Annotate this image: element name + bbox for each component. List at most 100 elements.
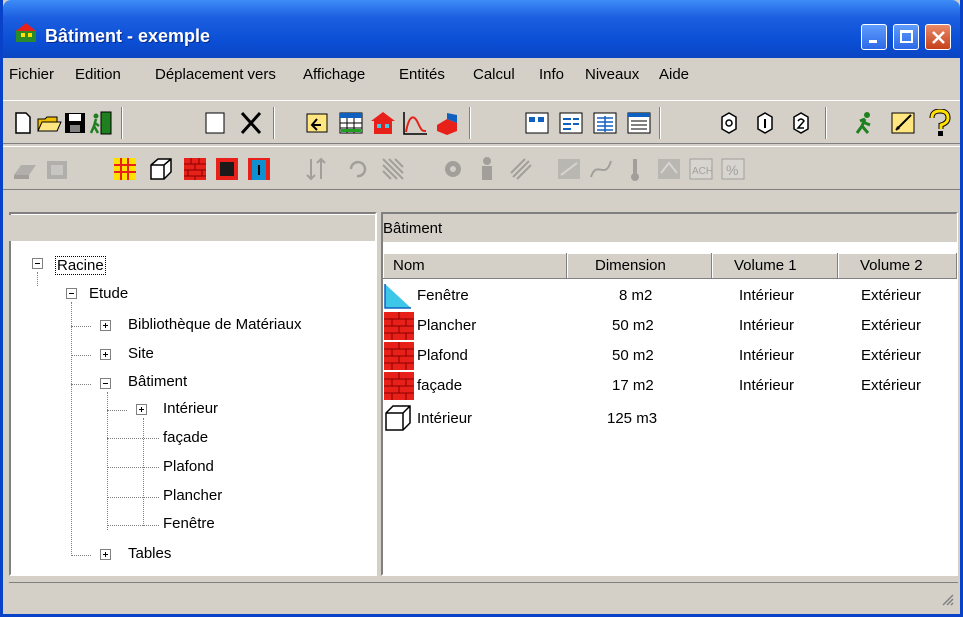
import-icon[interactable] [303, 109, 331, 137]
menu-edition[interactable]: Edition [75, 66, 121, 83]
column-header-volume2[interactable]: Volume 2 [838, 253, 957, 279]
exit-icon[interactable] [87, 109, 115, 137]
pattern-icon[interactable] [379, 155, 407, 183]
column-header-volume1[interactable]: Volume 1 [712, 253, 838, 279]
cube-icon[interactable] [147, 155, 175, 183]
material-icon[interactable] [213, 155, 241, 183]
toolbar-separator [121, 107, 123, 139]
balance-icon[interactable] [655, 155, 683, 183]
building-icon[interactable] [369, 109, 397, 137]
run-icon[interactable] [851, 109, 879, 137]
tree-node-tables[interactable]: Tables [128, 545, 171, 562]
window-element-icon[interactable] [43, 155, 71, 183]
menu-entites[interactable]: Entités [399, 66, 445, 83]
expand-toggle[interactable] [100, 320, 111, 331]
collapse-toggle[interactable] [100, 378, 111, 389]
collapse-toggle[interactable] [32, 258, 43, 269]
thermometer-icon[interactable] [621, 155, 649, 183]
resize-grip-icon[interactable] [940, 592, 954, 606]
minimize-button[interactable] [861, 24, 887, 50]
collapse-toggle[interactable] [66, 288, 77, 299]
tree-node-plafond[interactable]: Plafond [163, 458, 214, 475]
toolbar-separator [469, 107, 471, 139]
menu-deplacement[interactable]: Déplacement vers [155, 66, 276, 83]
expand-toggle[interactable] [100, 549, 111, 560]
help-icon[interactable] [925, 109, 953, 137]
sort-icon[interactable] [303, 155, 331, 183]
maximize-button[interactable] [893, 24, 919, 50]
view-small-icon[interactable] [523, 109, 551, 137]
cell-volume2: Extérieur [861, 317, 922, 334]
tree-line [71, 555, 91, 556]
level-2-icon[interactable] [787, 109, 815, 137]
graph-icon[interactable] [401, 109, 429, 137]
tree-node-batiment[interactable]: Bâtiment [128, 373, 187, 390]
brick-wall-icon [384, 342, 414, 370]
edit-icon[interactable] [889, 109, 917, 137]
cell-dimension: 50 m2 [612, 317, 654, 334]
gear-icon[interactable] [439, 155, 467, 183]
window-title: Bâtiment - exemple [45, 26, 211, 46]
cell-nom[interactable]: façade [417, 377, 462, 394]
app-window: Bâtiment - exemple Fichier Edition Dépla… [0, 0, 963, 617]
cell-volume2: Extérieur [861, 287, 922, 304]
menu-info[interactable]: Info [539, 66, 564, 83]
brick-icon[interactable] [181, 155, 209, 183]
expand-toggle[interactable] [100, 349, 111, 360]
cell-nom[interactable]: Fenêtre [417, 287, 469, 304]
cell-nom[interactable]: Intérieur [417, 410, 472, 427]
cell-volume2: Extérieur [861, 377, 922, 394]
cell-nom[interactable]: Plancher [417, 317, 476, 334]
tree-node-site[interactable]: Site [128, 345, 154, 362]
tree-line [71, 302, 72, 556]
view-table-icon[interactable] [625, 109, 653, 137]
tree-node-racine[interactable]: Racine [55, 256, 106, 275]
view-list-icon[interactable] [557, 109, 585, 137]
tree-node-facade[interactable]: façade [163, 429, 208, 446]
percent-icon[interactable]: % [719, 155, 747, 183]
table-icon[interactable] [337, 109, 365, 137]
tree-node-interieur[interactable]: Intérieur [163, 400, 218, 417]
menu-calcul[interactable]: Calcul [473, 66, 515, 83]
tree-line [143, 418, 144, 526]
close-button[interactable] [925, 24, 951, 50]
expand-toggle[interactable] [136, 404, 147, 415]
tree-node-bibliotheque[interactable]: Bibliothèque de Matériaux [128, 316, 301, 333]
tree-line [107, 392, 108, 530]
menu-niveaux[interactable]: Niveaux [585, 66, 639, 83]
new-file-icon[interactable] [9, 109, 37, 137]
column-header-nom[interactable]: Nom [383, 253, 567, 279]
grid-icon[interactable] [111, 155, 139, 183]
curve-icon[interactable] [587, 155, 615, 183]
tree-node-fenetre[interactable]: Fenêtre [163, 515, 215, 532]
level-0-icon[interactable] [715, 109, 743, 137]
new-element-icon[interactable] [201, 109, 229, 137]
brick-wall-icon [384, 372, 414, 400]
status-bar [9, 582, 958, 610]
menu-bar: Fichier Edition Déplacement vers Afficha… [3, 60, 960, 88]
chemical-icon[interactable] [507, 155, 535, 183]
wall-icon[interactable] [11, 155, 39, 183]
column-header-dimension[interactable]: Dimension [567, 253, 712, 279]
level-1-icon[interactable] [751, 109, 779, 137]
layer-icon[interactable] [433, 109, 461, 137]
compare-icon[interactable] [555, 155, 583, 183]
view-details-icon[interactable] [591, 109, 619, 137]
cell-nom[interactable]: Plafond [417, 347, 468, 364]
ach-icon[interactable]: ACH [687, 155, 715, 183]
cell-volume1: Intérieur [739, 287, 795, 304]
tree-node-plancher[interactable]: Plancher [163, 487, 222, 504]
brick-wall-icon [384, 312, 414, 340]
person-icon[interactable] [473, 155, 501, 183]
door-icon[interactable] [245, 155, 273, 183]
menu-fichier[interactable]: Fichier [9, 66, 54, 83]
tree-line [37, 272, 38, 286]
delete-icon[interactable] [237, 109, 265, 137]
tree-node-etude[interactable]: Etude [89, 285, 128, 302]
open-folder-icon[interactable] [35, 109, 63, 137]
rotate-icon[interactable] [343, 155, 371, 183]
save-icon[interactable] [61, 109, 89, 137]
menu-affichage[interactable]: Affichage [303, 66, 365, 83]
title-bar[interactable]: Bâtiment - exemple [3, 0, 960, 58]
menu-aide[interactable]: Aide [659, 66, 689, 83]
